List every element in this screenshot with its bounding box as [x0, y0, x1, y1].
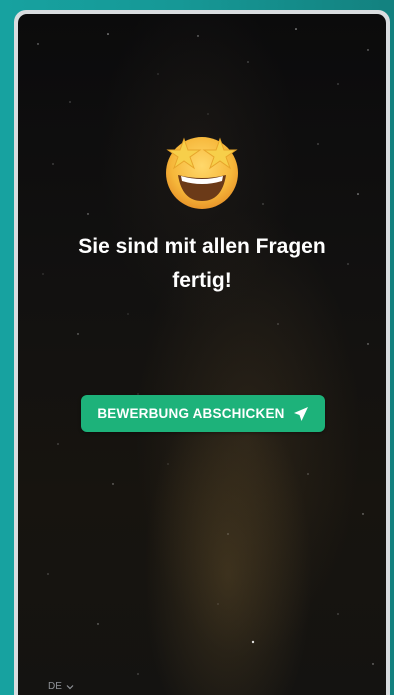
language-selector[interactable]: DE — [48, 681, 74, 692]
star-struck-emoji-icon — [166, 137, 238, 209]
language-label: DE — [48, 681, 62, 692]
starfield-background — [37, 28, 374, 675]
phone-frame: Sie sind mit allen Fragen fertig! BEWERB… — [14, 10, 390, 695]
completion-headline: Sie sind mit allen Fragen fertig! — [78, 235, 326, 292]
completion-screen: Sie sind mit allen Fragen fertig! BEWERB… — [18, 14, 386, 695]
send-icon — [293, 406, 308, 421]
submit-application-label: BEWERBUNG ABSCHICKEN — [97, 406, 285, 421]
chevron-down-icon — [66, 684, 74, 689]
submit-application-button[interactable]: BEWERBUNG ABSCHICKEN — [81, 395, 325, 432]
